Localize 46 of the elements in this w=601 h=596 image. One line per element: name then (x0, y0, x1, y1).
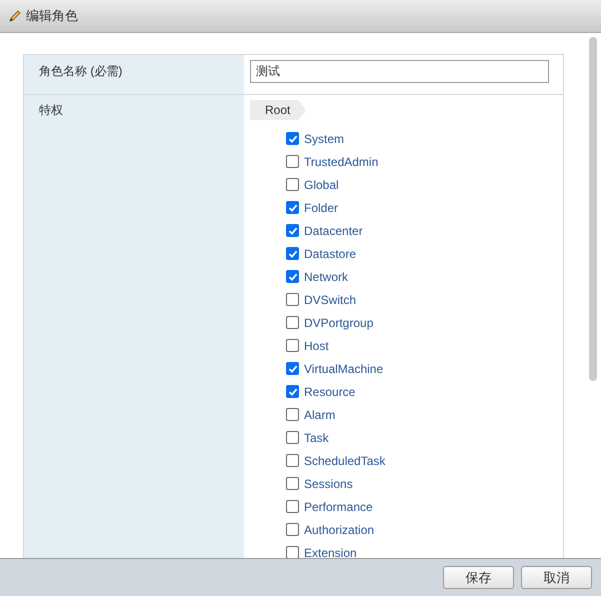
field-label: 特权 (39, 103, 63, 117)
privilege-label[interactable]: Datastore (304, 244, 356, 262)
checkbox[interactable] (286, 500, 299, 513)
privilege-label[interactable]: TrustedAdmin (304, 152, 378, 170)
checkbox[interactable] (286, 546, 299, 558)
checkbox[interactable] (286, 178, 299, 191)
checkbox[interactable] (286, 132, 299, 145)
pencil-icon (8, 9, 22, 23)
window-title: 编辑角色 (26, 7, 78, 26)
privilege-label[interactable]: Task (304, 428, 329, 446)
privilege-label[interactable]: System (304, 130, 344, 148)
checkbox[interactable] (286, 454, 299, 467)
checkbox[interactable] (286, 431, 299, 444)
privilege-label[interactable]: Host (304, 336, 329, 354)
privilege-label[interactable]: Resource (304, 382, 356, 400)
checkbox[interactable] (286, 293, 299, 306)
privilege-label[interactable]: DVPortgroup (304, 314, 374, 332)
dialog-button[interactable]: 取消 (521, 566, 592, 589)
checkbox[interactable] (286, 201, 299, 214)
privilege-label[interactable]: ScheduledTask (304, 452, 386, 470)
checkbox[interactable] (286, 270, 299, 283)
name-field[interactable]: 测试 (250, 60, 549, 83)
privilege-label[interactable]: Extension (304, 544, 357, 558)
privilege-label[interactable]: Folder (304, 198, 338, 216)
privilege-label[interactable]: DVSwitch (304, 290, 356, 308)
privilege-label[interactable]: Performance (304, 498, 373, 516)
scrollbar[interactable] (589, 37, 597, 381)
privilege-label[interactable]: Sessions (304, 474, 353, 492)
checkbox[interactable] (286, 339, 299, 352)
privilege-label[interactable]: Authorization (304, 520, 374, 538)
checkbox[interactable] (286, 385, 299, 398)
checkbox[interactable] (286, 523, 299, 536)
privilege-label[interactable]: Datacenter (304, 222, 363, 240)
privilege-label[interactable]: Alarm (304, 406, 336, 424)
checkbox[interactable] (286, 224, 299, 237)
checkbox[interactable] (286, 477, 299, 490)
checkbox[interactable] (286, 408, 299, 421)
checkbox[interactable] (286, 362, 299, 375)
field-label: 角色名称 (必需) (39, 64, 122, 78)
privilege-label[interactable]: VirtualMachine (304, 360, 384, 378)
privilege-label[interactable]: Network (304, 268, 348, 286)
checkbox[interactable] (286, 155, 299, 168)
privilege-label[interactable]: Global (304, 176, 339, 194)
checkbox[interactable] (286, 247, 299, 260)
dialog-button[interactable]: 保存 (443, 566, 514, 589)
checkbox[interactable] (286, 316, 299, 329)
